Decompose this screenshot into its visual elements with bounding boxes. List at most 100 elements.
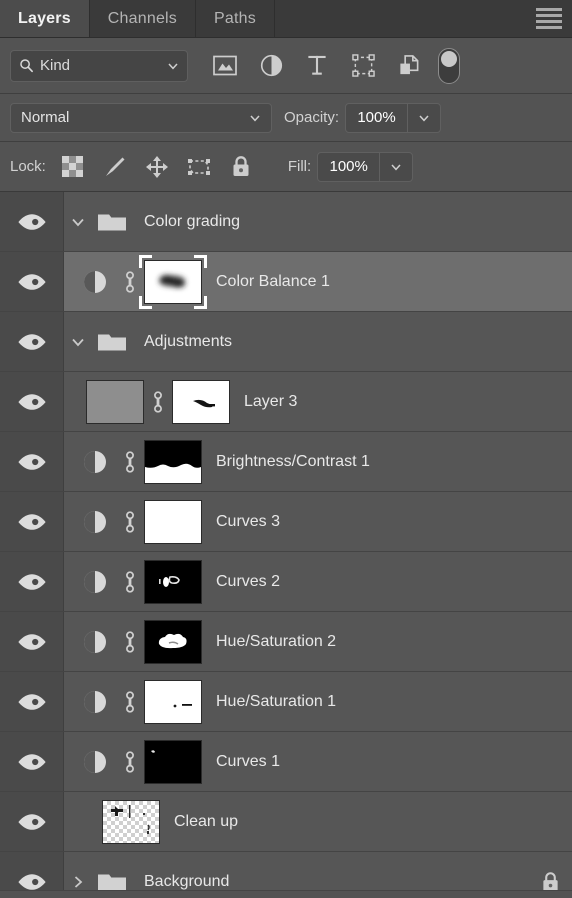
layer-row-body[interactable]: Brightness/Contrast 1 — [64, 432, 572, 491]
layer-row-body[interactable]: Color grading — [64, 192, 572, 251]
fill-value[interactable]: 100% — [318, 152, 381, 181]
layer-mask-link-icon[interactable] — [116, 749, 144, 775]
chevron-down-icon — [249, 112, 261, 124]
chevron-down-icon[interactable] — [64, 334, 92, 350]
adjustment-layer-thumbnail[interactable] — [74, 509, 116, 535]
layer-visibility-toggle[interactable] — [0, 492, 64, 551]
layer-mask-link-icon[interactable] — [116, 629, 144, 655]
layer-visibility-toggle[interactable] — [0, 372, 64, 431]
layer-mask-thumbnail[interactable] — [172, 379, 230, 424]
layer-visibility-toggle[interactable] — [0, 612, 64, 671]
opacity-field[interactable]: 100% — [345, 102, 442, 133]
adjustment-layer-thumbnail[interactable] — [74, 689, 116, 715]
layer-row-body[interactable]: Curves 2 — [64, 552, 572, 611]
lock-image-pixels-icon[interactable] — [94, 149, 136, 185]
folder-icon — [92, 870, 132, 890]
layer-thumbnail-image — [86, 379, 144, 424]
eye-icon — [17, 453, 46, 470]
layer-visibility-toggle[interactable] — [0, 192, 64, 251]
layer-row[interactable]: Clean up — [0, 792, 572, 852]
layer-row-body[interactable]: Color Balance 1 — [64, 252, 572, 311]
layer-mask-thumbnail[interactable] — [144, 739, 202, 784]
adjustment-layer-thumbnail[interactable] — [74, 449, 116, 475]
layer-thumbnail[interactable] — [86, 379, 144, 424]
lock-position-icon[interactable] — [136, 149, 178, 185]
filter-type-buttons — [202, 46, 460, 86]
lock-transparent-pixels-icon[interactable] — [52, 149, 94, 185]
filter-shape-layers-icon[interactable] — [340, 46, 386, 86]
layer-row[interactable]: Adjustments — [0, 312, 572, 372]
tab-channels[interactable]: Channels — [90, 0, 196, 37]
layer-row[interactable]: Hue/Saturation 2 — [0, 612, 572, 672]
layer-row-body[interactable]: Adjustments — [64, 312, 572, 371]
fill-stepper-button[interactable] — [380, 153, 412, 181]
layer-row[interactable]: Hue/Saturation 1 — [0, 672, 572, 732]
layer-mask-link-icon[interactable] — [116, 449, 144, 475]
layer-visibility-toggle[interactable] — [0, 792, 64, 851]
adjustment-layer-thumbnail[interactable] — [74, 569, 116, 595]
filter-pixel-layers-icon[interactable] — [202, 46, 248, 86]
layer-row[interactable]: Curves 3 — [0, 492, 572, 552]
filter-kind-dropdown[interactable]: Kind — [10, 49, 188, 82]
layer-row[interactable]: Curves 2 — [0, 552, 572, 612]
blend-mode-dropdown[interactable]: Normal — [10, 102, 272, 133]
tab-paths[interactable]: Paths — [196, 0, 275, 37]
layer-row[interactable]: Layer 3 — [0, 372, 572, 432]
layer-visibility-toggle[interactable] — [0, 732, 64, 791]
layer-visibility-toggle[interactable] — [0, 312, 64, 371]
layer-mask-thumbnail[interactable] — [139, 254, 207, 309]
layer-mask-link-icon[interactable] — [116, 269, 144, 295]
layer-row[interactable]: Brightness/Contrast 1 — [0, 432, 572, 492]
filter-smart-object-layers-icon[interactable] — [386, 46, 432, 86]
layer-mask-thumbnail[interactable] — [144, 499, 202, 544]
layer-list: Color grading Color Balance 1 Adjustment… — [0, 192, 572, 890]
layer-name: Hue/Saturation 1 — [216, 692, 337, 710]
layer-mask-thumbnail[interactable] — [144, 619, 202, 664]
panel-menu-button[interactable] — [526, 0, 572, 37]
lock-label: Lock: — [10, 158, 46, 175]
layer-mask-image — [144, 499, 202, 544]
layer-mask-link-icon[interactable] — [144, 389, 172, 415]
layer-visibility-toggle[interactable] — [0, 432, 64, 491]
adjustment-layer-thumbnail[interactable] — [74, 749, 116, 775]
adjustment-layer-thumbnail[interactable] — [74, 629, 116, 655]
layer-mask-thumbnail[interactable] — [144, 559, 202, 604]
layer-mask-thumbnail[interactable] — [144, 439, 202, 484]
layer-row-body[interactable]: Clean up — [64, 792, 572, 851]
opacity-value[interactable]: 100% — [346, 103, 409, 132]
layer-row[interactable]: Color Balance 1 — [0, 252, 572, 312]
adjustment-layer-thumbnail[interactable] — [74, 269, 116, 295]
layer-visibility-toggle[interactable] — [0, 252, 64, 311]
layer-mask-link-icon[interactable] — [116, 569, 144, 595]
layer-name: Adjustments — [144, 332, 233, 350]
layer-visibility-toggle[interactable] — [0, 672, 64, 731]
panel-tab-bar: Layers Channels Paths — [0, 0, 572, 38]
search-icon — [19, 58, 34, 73]
layer-row-body[interactable]: Background — [64, 852, 572, 890]
opacity-stepper-button[interactable] — [408, 104, 440, 132]
fill-field[interactable]: 100% — [317, 151, 414, 182]
chevron-down-icon[interactable] — [64, 214, 92, 230]
layer-row-body[interactable]: Curves 1 — [64, 732, 572, 791]
layer-row-body[interactable]: Hue/Saturation 2 — [64, 612, 572, 671]
layer-row-body[interactable]: Curves 3 — [64, 492, 572, 551]
filter-enable-toggle[interactable] — [438, 47, 460, 84]
lock-all-icon[interactable] — [220, 149, 262, 185]
layer-visibility-toggle[interactable] — [0, 552, 64, 611]
layer-mask-thumbnail[interactable] — [144, 679, 202, 724]
layer-row[interactable]: Color grading — [0, 192, 572, 252]
layer-mask-link-icon[interactable] — [116, 509, 144, 535]
layer-thumbnail[interactable] — [102, 799, 160, 844]
layer-row-body[interactable]: Layer 3 — [64, 372, 572, 431]
layer-row[interactable]: Background — [0, 852, 572, 890]
layer-mask-image — [144, 739, 202, 784]
layer-row[interactable]: Curves 1 — [0, 732, 572, 792]
layer-row-body[interactable]: Hue/Saturation 1 — [64, 672, 572, 731]
tab-layers[interactable]: Layers — [0, 0, 90, 37]
filter-type-layers-icon[interactable] — [294, 46, 340, 86]
lock-artboard-nesting-icon[interactable] — [178, 149, 220, 185]
layer-visibility-toggle[interactable] — [0, 852, 64, 890]
layer-mask-link-icon[interactable] — [116, 689, 144, 715]
filter-adjustment-layers-icon[interactable] — [248, 46, 294, 86]
chevron-right-icon[interactable] — [64, 874, 92, 890]
